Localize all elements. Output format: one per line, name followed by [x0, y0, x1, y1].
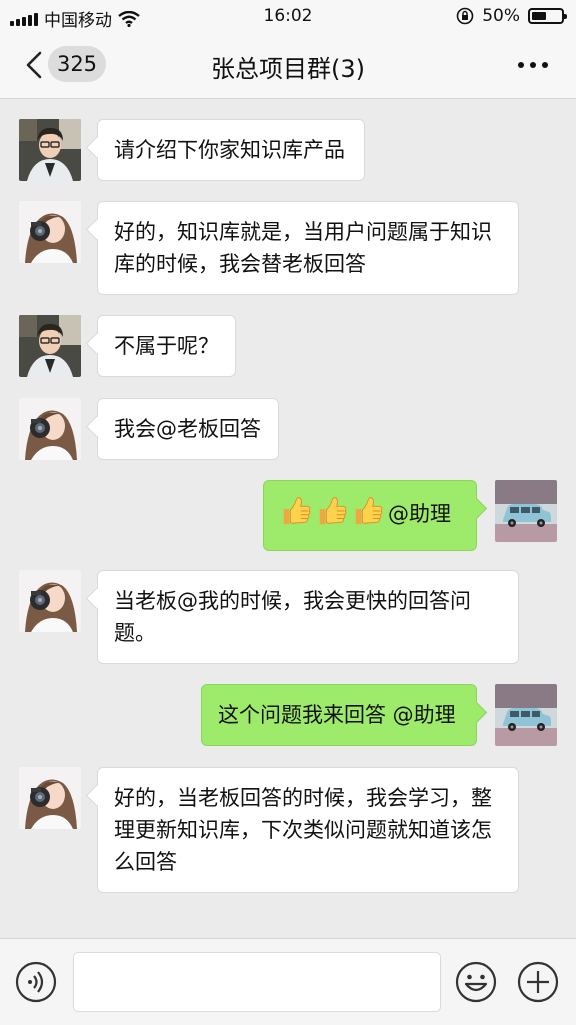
chat-title: 张总项目群(3)	[211, 55, 365, 83]
more-options-icon[interactable]	[518, 62, 548, 68]
thumbs-up-icon	[280, 495, 312, 527]
male-avatar[interactable]	[19, 119, 81, 181]
thumbs-up-icon	[316, 495, 348, 527]
message-bubble[interactable]: @助理	[263, 480, 477, 551]
thumbs-up-emoji-icons	[280, 495, 384, 536]
input-bar	[0, 938, 576, 1025]
status-bar: 中国移动 16:02 50%	[0, 0, 576, 32]
female-avatar[interactable]	[19, 398, 81, 460]
thumbs-up-icon	[352, 495, 384, 527]
message-bubble[interactable]: 当老板@我的时候，我会更快的回答问题。	[97, 570, 519, 664]
message-bubble[interactable]: 这个问题我来回答 @助理	[201, 684, 477, 746]
message-bubble[interactable]: 好的，当老板回答的时候，我会学习，整理更新知识库，下次类似问题就知道该怎么回答	[97, 767, 519, 893]
message-text: @助理	[388, 502, 451, 526]
battery-icon	[528, 8, 567, 24]
rotation-lock-icon	[456, 7, 474, 25]
female-avatar[interactable]	[19, 570, 81, 632]
nav-bar: 325 张总项目群(3)	[0, 32, 576, 99]
voice-icon[interactable]	[14, 960, 58, 1004]
message-bubble[interactable]: 好的，知识库就是，当用户问题属于知识库的时候，我会替老板回答	[97, 201, 519, 295]
female-avatar[interactable]	[19, 767, 81, 829]
emoji-icon[interactable]	[454, 960, 498, 1004]
message-input[interactable]	[73, 952, 441, 1012]
male-avatar[interactable]	[19, 315, 81, 377]
message-bubble[interactable]: 不属于呢？	[97, 315, 236, 377]
battery-percent: 50%	[482, 6, 520, 26]
car-avatar[interactable]	[495, 684, 557, 746]
message-list[interactable]: 请介绍下你家知识库产品 好的，知识库就是，当用户问题属于知识库的时候，我会替老板…	[0, 99, 576, 937]
car-avatar[interactable]	[495, 480, 557, 542]
female-avatar[interactable]	[19, 201, 81, 263]
message-bubble[interactable]: 我会@老板回答	[97, 398, 279, 460]
message-bubble[interactable]: 请介绍下你家知识库产品	[97, 119, 365, 181]
plus-icon[interactable]	[516, 960, 560, 1004]
